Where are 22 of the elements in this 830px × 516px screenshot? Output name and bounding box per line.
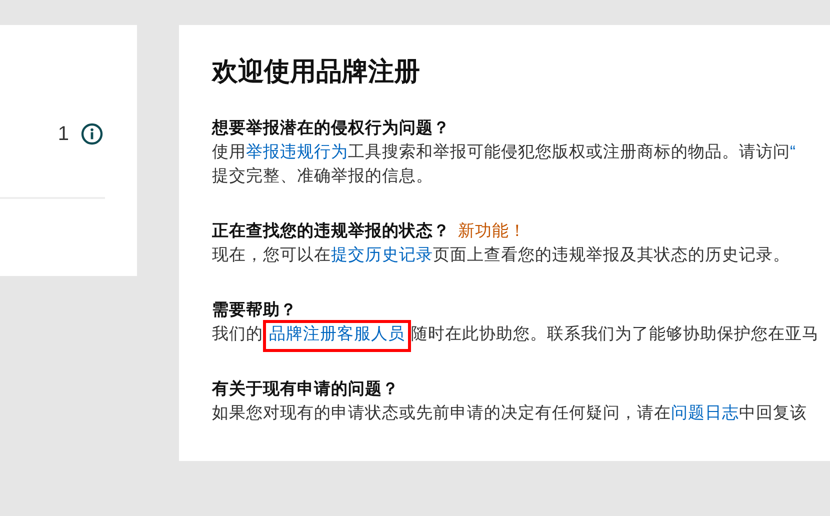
body-text: 随时在此协助您。联系我们为了能够协助保护您在亚马 <box>411 324 819 345</box>
section-heading: 正在查找您的违规举报的状态？ <box>212 220 450 242</box>
body-text: 使用 <box>212 142 246 163</box>
body-text: 工具搜索和举报可能侵犯您版权或注册商标的物品。请访问 <box>348 142 790 163</box>
section-heading: 需要帮助？ <box>212 300 297 321</box>
text-link[interactable]: “ <box>790 140 796 164</box>
section-heading: 想要举报潜在的侵权行为问题？ <box>212 118 450 139</box>
body-text: 我们的 <box>212 324 263 345</box>
body-text: 中回复该 <box>739 403 807 424</box>
count-value: 1 <box>58 122 69 147</box>
page-title: 欢迎使用品牌注册 <box>212 55 421 88</box>
info-icon[interactable] <box>81 123 103 145</box>
body-text: 现在，您可以在 <box>212 245 331 266</box>
body-text: 如果您对现有的申请状态或先前申请的决定有任何疑问，请在 <box>212 403 671 424</box>
section-heading: 有关于现有申请的问题？ <box>212 378 399 400</box>
text-link[interactable]: 举报违规行为 <box>246 140 348 164</box>
body-text: 提交完整、准确举报的信息。 <box>212 166 433 187</box>
text-link[interactable]: 问题日志 <box>671 401 739 425</box>
new-feature-label: 新功能！ <box>458 221 526 242</box>
text-link[interactable]: 品牌注册客服人员 <box>269 325 405 343</box>
text-link[interactable]: 提交历史记录 <box>331 243 433 267</box>
body-text: 页面上查看您的违规举报及其状态的历史记录。 <box>433 245 790 266</box>
